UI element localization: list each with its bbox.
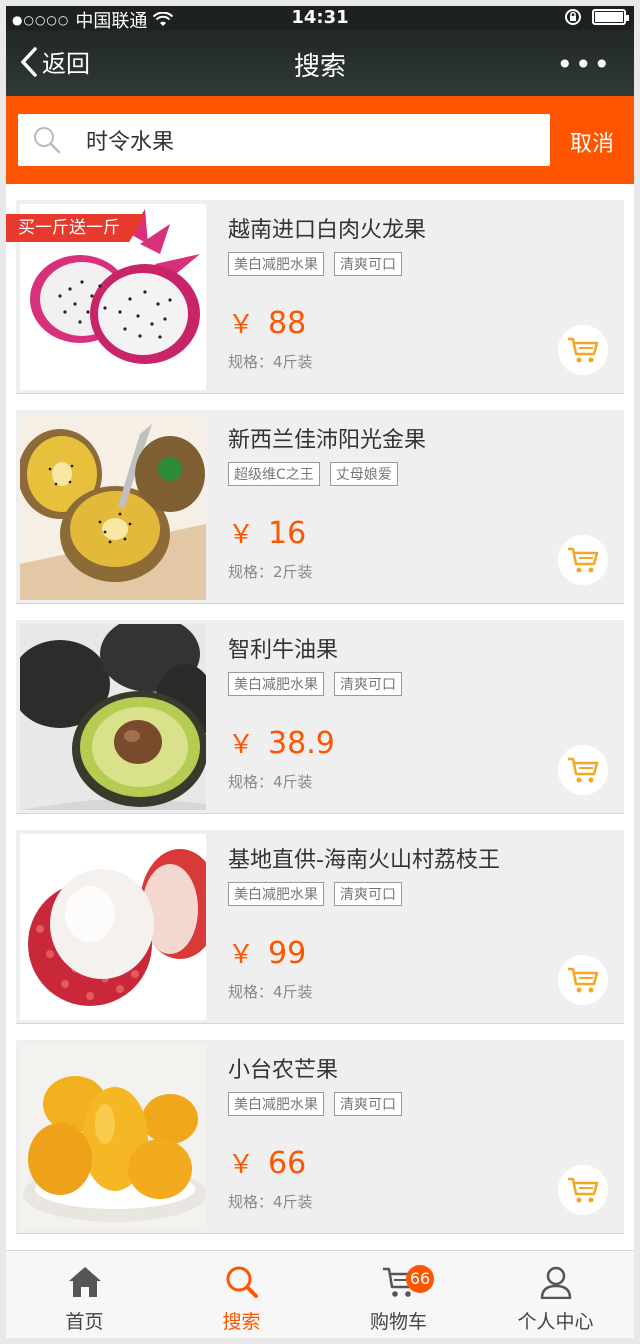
price-value: 66 xyxy=(268,1146,307,1181)
product-tag: 美白减肥水果 xyxy=(228,252,324,276)
product-tags: 超级维C之王 丈母娘爱 xyxy=(228,462,608,486)
product-card[interactable]: 智利牛油果 美白减肥水果 清爽可口 ￥ 38.9 规格：4斤装 xyxy=(16,620,624,814)
tab-cart[interactable]: 购物车 66 xyxy=(320,1251,477,1338)
tab-label: 个人中心 xyxy=(517,1311,594,1333)
phone-screen: ●○○○○ 中国联通 14:31 返回 搜索 ••• 取消 xyxy=(6,6,634,1338)
currency-symbol: ￥ xyxy=(228,310,255,340)
currency-symbol: ￥ xyxy=(228,520,255,550)
product-info: 基地直供-海南火山村荔枝王 美白减肥水果 清爽可口 ￥ 99 规格：4斤装 xyxy=(228,842,608,1002)
promo-badge: 买一斤送一斤 xyxy=(6,214,146,242)
tab-label: 购物车 xyxy=(369,1311,427,1333)
product-name: 智利牛油果 xyxy=(228,638,339,663)
search-box[interactable] xyxy=(18,114,550,166)
add-to-cart-button[interactable] xyxy=(558,745,608,795)
currency-symbol: ￥ xyxy=(228,730,255,760)
product-info: 小台农芒果 美白减肥水果 清爽可口 ￥ 66 规格：4斤装 xyxy=(228,1052,608,1212)
add-to-cart-button[interactable] xyxy=(558,955,608,1005)
product-info: 越南进口白肉火龙果 美白减肥水果 清爽可口 ￥ 88 规格：4斤装 xyxy=(228,212,608,372)
product-tags: 美白减肥水果 清爽可口 xyxy=(228,252,608,276)
product-spec: 规格：4斤装 xyxy=(228,353,313,371)
currency-symbol: ￥ xyxy=(228,1150,255,1180)
product-price: ￥ 66 xyxy=(228,1144,608,1181)
add-to-cart-button[interactable] xyxy=(558,1165,608,1215)
rotation-lock-icon xyxy=(565,9,581,25)
cart-icon xyxy=(568,967,599,993)
avocado-image xyxy=(20,624,206,810)
product-card[interactable]: 基地直供-海南火山村荔枝王 美白减肥水果 清爽可口 ￥ 99 规格：4斤装 xyxy=(16,830,624,1024)
product-name: 基地直供-海南火山村荔枝王 xyxy=(228,848,500,873)
cart-icon xyxy=(568,1177,599,1203)
tab-label: 搜索 xyxy=(222,1311,261,1333)
user-icon xyxy=(540,1266,571,1299)
tab-home[interactable]: 首页 xyxy=(6,1251,163,1338)
golden-kiwi-image xyxy=(20,414,206,600)
product-name: 越南进口白肉火龙果 xyxy=(228,218,427,243)
product-image-lychee xyxy=(20,834,206,1020)
product-spec: 规格：4斤装 xyxy=(228,773,313,791)
product-price: ￥ 16 xyxy=(228,514,608,551)
add-to-cart-button[interactable] xyxy=(558,325,608,375)
cart-icon xyxy=(568,337,599,363)
product-card[interactable]: 买一斤送一斤 越南进口白肉火龙果 美白减肥水果 清爽可口 ￥ 88 规格：4斤装 xyxy=(6,200,624,394)
product-price: ￥ 99 xyxy=(228,934,608,971)
search-bar: 取消 xyxy=(6,96,634,184)
price-value: 38.9 xyxy=(268,726,335,761)
cart-count-badge: 66 xyxy=(406,1265,434,1293)
lychee-image xyxy=(20,834,206,1020)
product-price: ￥ 88 xyxy=(228,304,608,341)
product-tag: 丈母娘爱 xyxy=(329,462,398,486)
currency-symbol: ￥ xyxy=(228,940,255,970)
status-bar: ●○○○○ 中国联通 14:31 xyxy=(6,6,634,32)
mango-image xyxy=(20,1044,206,1230)
product-tags: 美白减肥水果 清爽可口 xyxy=(228,672,608,696)
product-price: ￥ 38.9 xyxy=(228,724,608,761)
nav-bar: 返回 搜索 ••• xyxy=(6,30,634,96)
product-spec: 规格：2斤装 xyxy=(228,563,313,581)
product-spec: 规格：4斤装 xyxy=(228,983,313,1001)
product-tag: 超级维C之王 xyxy=(228,462,320,486)
product-image-golden-kiwi xyxy=(20,414,206,600)
product-tag: 清爽可口 xyxy=(334,1092,402,1116)
price-value: 88 xyxy=(268,306,307,341)
product-card[interactable]: 小台农芒果 美白减肥水果 清爽可口 ￥ 66 规格：4斤装 xyxy=(16,1040,624,1234)
product-info: 新西兰佳沛阳光金果 超级维C之王 丈母娘爱 ￥ 16 规格：2斤装 xyxy=(228,422,608,582)
tab-profile[interactable]: 个人中心 xyxy=(477,1251,634,1338)
product-info: 智利牛油果 美白减肥水果 清爽可口 ￥ 38.9 规格：4斤装 xyxy=(228,632,608,792)
product-image-avocado xyxy=(20,624,206,810)
product-tag: 清爽可口 xyxy=(334,252,402,276)
product-tag: 清爽可口 xyxy=(334,672,402,696)
product-name: 新西兰佳沛阳光金果 xyxy=(228,428,427,453)
product-tag: 清爽可口 xyxy=(334,882,402,906)
tab-search[interactable]: 搜索 xyxy=(163,1251,320,1338)
status-right xyxy=(564,8,629,26)
tab-bar: 首页 搜索 购物车 66 个人中心 xyxy=(6,1250,634,1338)
cart-icon xyxy=(568,547,599,573)
product-tag: 美白减肥水果 xyxy=(228,672,324,696)
page-title: 搜索 xyxy=(293,52,346,82)
status-time: 14:31 xyxy=(291,7,349,28)
cart-icon xyxy=(568,757,599,783)
product-card[interactable]: 新西兰佳沛阳光金果 超级维C之王 丈母娘爱 ￥ 16 规格：2斤装 xyxy=(16,410,624,604)
product-name: 小台农芒果 xyxy=(228,1058,339,1083)
product-tags: 美白减肥水果 清爽可口 xyxy=(228,882,608,906)
product-tag: 美白减肥水果 xyxy=(228,1092,324,1116)
search-icon xyxy=(226,1266,258,1298)
product-tags: 美白减肥水果 清爽可口 xyxy=(228,1092,608,1116)
product-tag: 美白减肥水果 xyxy=(228,882,324,906)
search-icon xyxy=(34,127,61,154)
product-image-mango xyxy=(20,1044,206,1230)
product-spec: 规格：4斤装 xyxy=(228,1193,313,1211)
cancel-button[interactable]: 取消 xyxy=(570,126,614,158)
price-value: 99 xyxy=(268,936,307,971)
tab-label: 首页 xyxy=(65,1311,104,1333)
price-value: 16 xyxy=(268,516,307,551)
search-input[interactable] xyxy=(86,127,526,153)
add-to-cart-button[interactable] xyxy=(558,535,608,585)
home-icon xyxy=(68,1267,101,1297)
battery-icon xyxy=(592,9,629,25)
more-icon[interactable]: ••• xyxy=(556,48,612,81)
